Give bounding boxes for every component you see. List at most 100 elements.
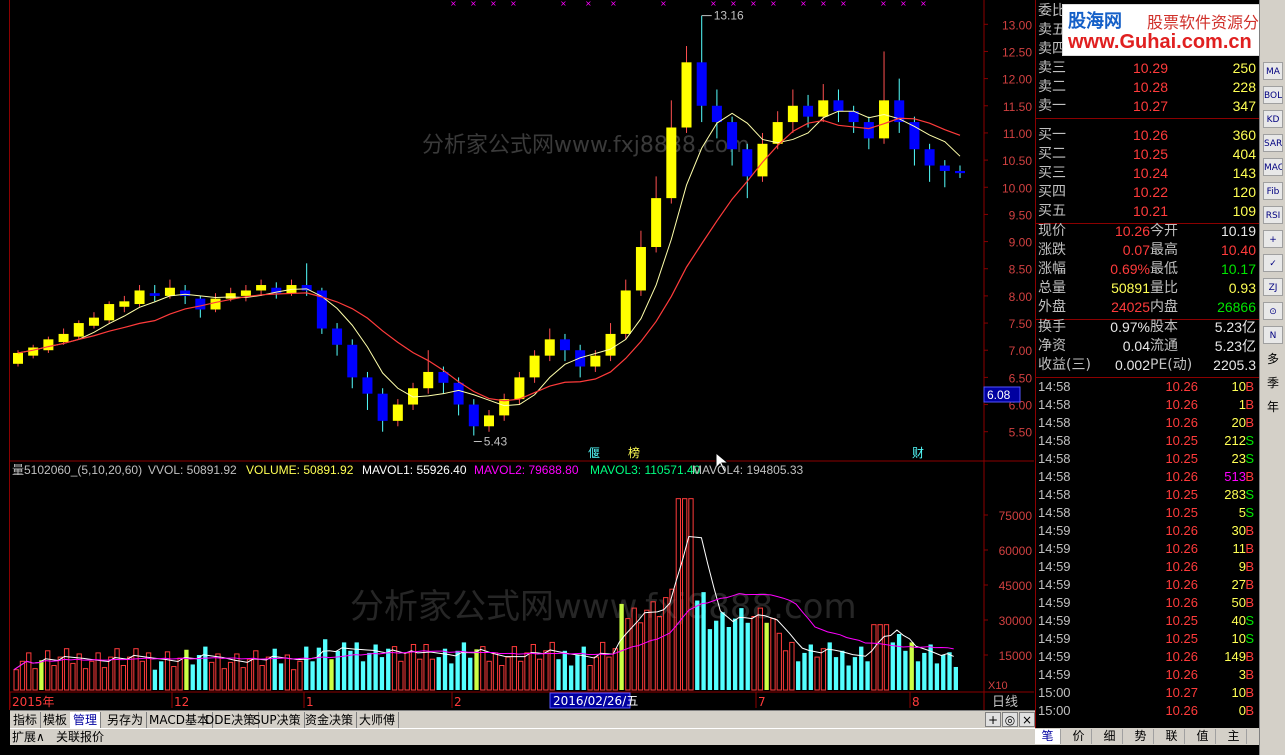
indicator-tool-button[interactable]: 季: [1263, 374, 1283, 392]
tab-control-button[interactable]: ×: [1019, 712, 1035, 727]
signal-marker-icon: ×: [510, 0, 517, 8]
tab-item[interactable]: 大师傅: [356, 712, 400, 728]
tab-item[interactable]: 模板: [40, 712, 72, 728]
event-marker-icon[interactable]: 偃: [588, 445, 600, 460]
tick-side: S: [1245, 631, 1254, 646]
tab-item[interactable]: 指标: [10, 712, 42, 728]
price-tick-label: 11.50: [1003, 100, 1032, 114]
indicator-tool-button[interactable]: BOLL: [1263, 86, 1283, 104]
signal-marker-icon: ×: [450, 0, 457, 8]
indicator-tool-button[interactable]: +: [1263, 230, 1283, 248]
volume-bar: [789, 641, 795, 691]
price-tick-label: 9.00: [1009, 236, 1033, 250]
candle: [271, 282, 282, 299]
signal-marker-icon: ×: [470, 0, 477, 8]
volume-bar: [348, 650, 353, 690]
ask-price: 10.27: [1132, 98, 1168, 114]
tick-side: B: [1245, 523, 1254, 538]
ask-row[interactable]: 卖二 10.28 228: [1036, 78, 1260, 97]
indicator-tool-button[interactable]: 多: [1263, 350, 1283, 368]
event-marker-icon[interactable]: 榜: [628, 445, 640, 460]
signal-marker-icon: ×: [490, 0, 497, 8]
stat-label: 涨跌: [1038, 242, 1066, 258]
tab-item[interactable]: 另存为: [104, 712, 148, 728]
quote-tab[interactable]: 笔: [1035, 729, 1061, 744]
candle: [559, 333, 570, 362]
linked-quote-button[interactable]: 关联报价: [56, 730, 104, 745]
volume-bar: [265, 656, 272, 691]
volume-bar: [304, 646, 309, 690]
quote-panel: 委比 卖五 卖四 卖三 10.29 250 卖二 10.28 228 卖一 10.27 347 买一 10…: [1035, 0, 1260, 745]
tab-control-button[interactable]: +: [985, 712, 1001, 727]
tick-time: 14:58: [1038, 487, 1071, 502]
volume-bar: [26, 652, 32, 691]
quote-tab[interactable]: 值: [1190, 729, 1216, 744]
bid-row[interactable]: 买一 10.26 360: [1036, 126, 1260, 145]
bid-row[interactable]: 买五 10.21 109: [1036, 202, 1260, 221]
quote-tab[interactable]: 价: [1066, 729, 1092, 744]
quote-tab[interactable]: 联: [1159, 729, 1185, 744]
volume-bar: [802, 652, 807, 690]
indicator-tool-button[interactable]: SAR: [1263, 134, 1283, 152]
indicator-tool-button[interactable]: ⊙: [1263, 302, 1283, 320]
guhai-logo: 股海网 股票软件资源分享 www.Guhai.com.cn: [1062, 4, 1280, 56]
candle: [392, 399, 403, 427]
ask-row[interactable]: 卖三 10.29 250: [1036, 59, 1260, 78]
expand-button[interactable]: 扩展∧: [12, 730, 45, 745]
indicator-tool-button[interactable]: RSI: [1263, 206, 1283, 224]
quote-tab[interactable]: 势: [1128, 729, 1154, 744]
candle: [620, 279, 631, 340]
status-bar: [0, 745, 1259, 755]
tick-side: B: [1245, 379, 1254, 394]
indicator-tool-button[interactable]: ✓: [1263, 254, 1283, 272]
indicator-tool-button[interactable]: 年: [1263, 398, 1283, 416]
bid-row[interactable]: 买二 10.25 404: [1036, 145, 1260, 164]
stat-row: 换手 0.97% 股本 5.23亿: [1036, 318, 1260, 337]
quote-tab[interactable]: 细: [1097, 729, 1123, 744]
ask-row[interactable]: 卖一 10.27 347: [1036, 97, 1260, 116]
mavol3-value: MAVOL3: 110571.40: [590, 463, 701, 477]
candle: [362, 371, 373, 410]
price-tick-label: 11.00: [1003, 127, 1032, 141]
volume-bar: [209, 661, 215, 691]
candle: [894, 78, 905, 133]
ma-long-line: [17, 117, 961, 402]
period-label[interactable]: 日线: [992, 695, 1018, 710]
tab-control-button[interactable]: ◎: [1002, 712, 1018, 727]
tab-item[interactable]: 管理: [70, 712, 102, 728]
indicator-tool-button[interactable]: ZJ: [1263, 278, 1283, 296]
tick-side: S: [1245, 613, 1254, 628]
tick-row: 14:58 10.26 10 B: [1036, 378, 1260, 396]
stat-label: 现价: [1038, 223, 1066, 239]
date-tick-label: 7: [758, 695, 766, 709]
candle: [119, 295, 130, 313]
signal-marker-icon: ×: [560, 0, 567, 8]
bid-row[interactable]: 买四 10.22 120: [1036, 183, 1260, 202]
volume-bar: [770, 618, 776, 691]
indicator-tool-button[interactable]: N: [1263, 326, 1283, 344]
stat-value: 10.17: [1220, 261, 1256, 277]
tick-volume: 10: [1231, 631, 1246, 646]
ask-volume: 228: [1232, 79, 1256, 95]
tick-volume: 9: [1238, 559, 1246, 574]
tick-price: 10.26: [1165, 523, 1198, 538]
volume-bar: [593, 656, 600, 691]
volume-bar: [600, 641, 606, 691]
volume-bar: [820, 648, 827, 691]
event-marker-icon[interactable]: 财: [912, 446, 924, 460]
signal-marker-icon: ×: [610, 0, 617, 8]
tick-price: 10.26: [1165, 667, 1198, 682]
tab-item[interactable]: SUP决策: [250, 712, 305, 728]
candle: [955, 165, 965, 179]
indicator-tool-button[interactable]: KD: [1263, 110, 1283, 128]
main-chart-area[interactable]: 分析家公式网www.fxj8888.com 分析家公式网www.fxj8888.c…: [10, 0, 1034, 710]
indicator-tool-button[interactable]: MACD: [1263, 158, 1283, 176]
tab-item[interactable]: 资金决策: [302, 712, 358, 728]
candle: [666, 100, 677, 204]
bid-row[interactable]: 买三 10.24 143: [1036, 164, 1260, 183]
indicator-tool-button[interactable]: Fib: [1263, 182, 1283, 200]
indicator-tool-button[interactable]: MA: [1263, 62, 1283, 80]
quote-tab[interactable]: 主: [1221, 729, 1247, 744]
chart-canvas[interactable]: 分析家公式网www.fxj8888.com 分析家公式网www.fxj8888.c…: [10, 0, 1034, 710]
signal-marker-icon: ×: [880, 0, 887, 8]
